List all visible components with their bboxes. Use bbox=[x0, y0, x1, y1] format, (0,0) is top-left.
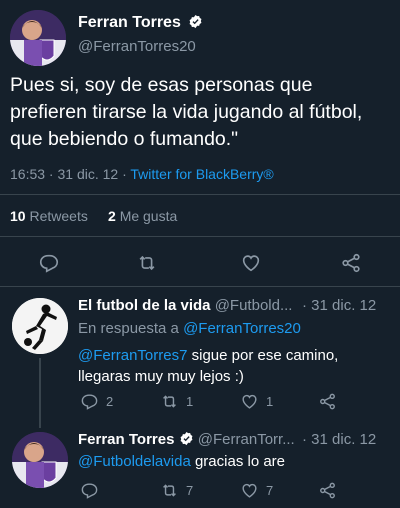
share-button[interactable] bbox=[318, 481, 337, 500]
retweets-stat[interactable]: 10 Retweets bbox=[10, 208, 88, 224]
like-button[interactable] bbox=[240, 252, 262, 274]
reply-icon bbox=[81, 394, 98, 410]
avatar[interactable] bbox=[12, 432, 68, 488]
display-name[interactable]: Ferran Torres bbox=[78, 431, 174, 448]
retweet-button[interactable]: 1 bbox=[160, 392, 193, 411]
reply-count: 2 bbox=[106, 394, 114, 409]
like-count: 1 bbox=[266, 394, 274, 409]
retweets-label: Retweets bbox=[29, 208, 88, 224]
display-name[interactable]: Ferran Torres bbox=[78, 14, 181, 31]
tweet-timestamp[interactable]: 16:53 · 31 dic. 12 · bbox=[10, 166, 127, 182]
display-name[interactable]: El futbol de la vida bbox=[78, 297, 211, 314]
share-button[interactable] bbox=[318, 392, 337, 411]
like-button[interactable]: 1 bbox=[240, 392, 273, 411]
thread-line bbox=[39, 358, 41, 428]
retweet-button[interactable]: 7 bbox=[160, 481, 193, 500]
reply-button[interactable]: 2 bbox=[80, 392, 113, 411]
retweet-count: 1 bbox=[186, 394, 194, 409]
tweet-text-part: gracias lo are bbox=[190, 453, 286, 470]
like-count: 7 bbox=[266, 483, 274, 498]
avatar[interactable] bbox=[10, 10, 66, 66]
reply-button[interactable] bbox=[80, 481, 99, 500]
likes-stat[interactable]: 2 Me gusta bbox=[108, 208, 177, 224]
like-icon bbox=[242, 255, 260, 272]
handle[interactable]: @Futbold... bbox=[215, 297, 293, 314]
divider bbox=[0, 236, 400, 237]
handle[interactable]: @FerranTorr... bbox=[198, 431, 295, 448]
like-icon bbox=[242, 483, 257, 498]
tweet-text: @Futboldelavida gracias lo are bbox=[78, 453, 285, 470]
verified-icon bbox=[180, 431, 193, 446]
likes-count: 2 bbox=[108, 208, 116, 224]
reply-to-label: En respuesta a bbox=[78, 320, 179, 337]
share-button[interactable] bbox=[340, 252, 362, 274]
divider bbox=[0, 194, 400, 195]
divider bbox=[0, 286, 400, 287]
like-button[interactable]: 7 bbox=[240, 481, 273, 500]
retweet-icon bbox=[139, 255, 155, 271]
avatar[interactable] bbox=[12, 298, 68, 354]
likes-label: Me gusta bbox=[119, 208, 178, 224]
mention-link[interactable]: @Futboldelavida bbox=[78, 453, 191, 470]
share-icon bbox=[320, 482, 335, 499]
like-icon bbox=[242, 394, 257, 409]
reply-button[interactable] bbox=[38, 252, 60, 274]
tweet-timestamp[interactable]: · 31 dic. 12 bbox=[302, 297, 376, 314]
retweet-button[interactable] bbox=[136, 252, 158, 274]
handle[interactable]: @FerranTorres20 bbox=[78, 38, 196, 55]
share-icon bbox=[342, 253, 360, 273]
reply-to-handle[interactable]: @FerranTorres20 bbox=[183, 320, 301, 337]
retweet-count: 7 bbox=[186, 483, 194, 498]
reply-icon bbox=[81, 483, 98, 499]
tweet-client[interactable]: Twitter for BlackBerry® bbox=[130, 166, 273, 182]
retweet-icon bbox=[163, 395, 176, 408]
tweet-text-part: sigue por ese camino, bbox=[187, 347, 339, 364]
tweet-text-line2: llegaras muy muy lejos :) bbox=[78, 368, 244, 385]
retweets-count: 10 bbox=[10, 208, 26, 224]
verified-icon bbox=[189, 14, 202, 29]
share-icon bbox=[320, 393, 335, 410]
tweet-text: @FerranTorres7 sigue por ese camino, bbox=[78, 345, 338, 366]
tweet-text: Pues si, soy de esas personas que prefie… bbox=[10, 74, 363, 150]
tweet-timestamp[interactable]: · 31 dic. 12 bbox=[302, 431, 376, 448]
retweet-icon bbox=[163, 484, 176, 497]
mention-link[interactable]: @FerranTorres7 bbox=[78, 347, 187, 364]
reply-icon bbox=[39, 254, 59, 273]
